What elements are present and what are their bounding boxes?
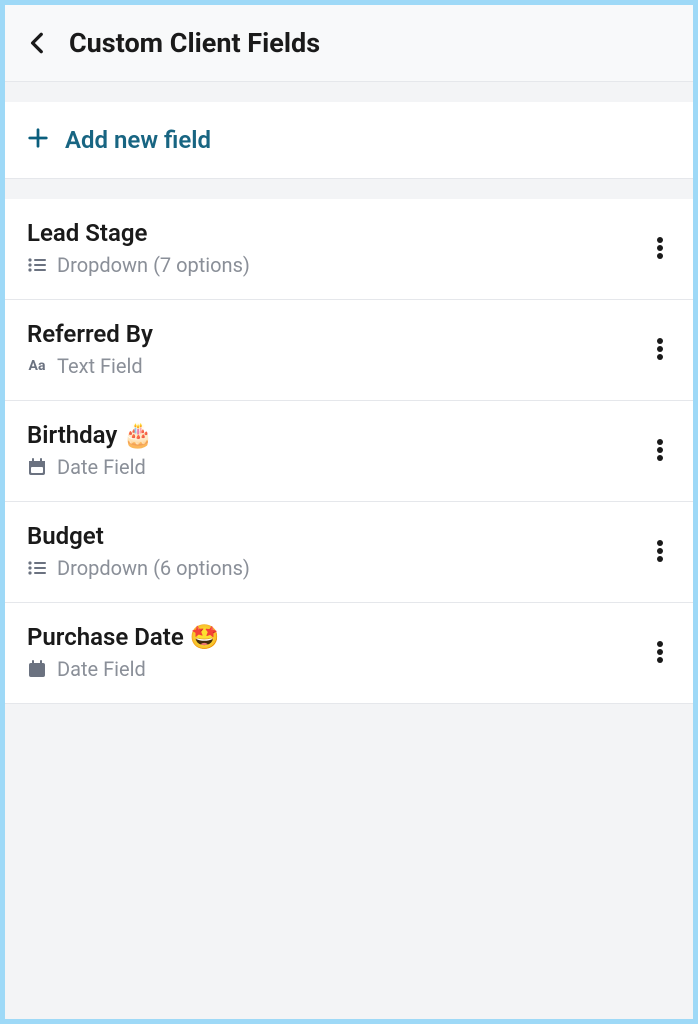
more-menu-button[interactable] — [649, 531, 671, 571]
more-vertical-icon — [657, 337, 663, 361]
field-type-label: Text Field — [57, 354, 143, 378]
calendar-icon — [27, 660, 47, 678]
field-type-row: Date Field — [27, 455, 153, 479]
more-menu-button[interactable] — [649, 430, 671, 470]
field-type-label: Date Field — [57, 455, 146, 479]
field-item-budget[interactable]: Budget Dropdown (6 options) — [5, 502, 693, 603]
page-title: Custom Client Fields — [69, 27, 320, 59]
field-type-row: Aa Text Field — [27, 354, 153, 378]
more-menu-button[interactable] — [649, 228, 671, 268]
more-menu-button[interactable] — [649, 632, 671, 672]
field-title: Purchase Date 🤩 — [27, 623, 220, 651]
field-type-label: Date Field — [57, 657, 146, 681]
field-type-label: Dropdown (6 options) — [57, 556, 250, 580]
calendar-icon — [27, 458, 47, 476]
chevron-left-icon — [25, 30, 51, 56]
field-type-label: Dropdown (7 options) — [57, 253, 250, 277]
field-item-purchase-date[interactable]: Purchase Date 🤩 Date Field — [5, 603, 693, 704]
field-type-row: Dropdown (6 options) — [27, 556, 250, 580]
more-vertical-icon — [657, 438, 663, 462]
add-field-label: Add new field — [65, 126, 211, 154]
plus-icon — [27, 127, 49, 153]
more-vertical-icon — [657, 640, 663, 664]
field-info: Budget Dropdown (6 options) — [27, 522, 250, 580]
app-container: Custom Client Fields Add new field Lead … — [5, 5, 693, 1019]
field-item-referred-by[interactable]: Referred By Aa Text Field — [5, 300, 693, 401]
field-title: Birthday 🎂 — [27, 421, 153, 449]
field-info: Purchase Date 🤩 Date Field — [27, 623, 220, 681]
field-type-row: Dropdown (7 options) — [27, 253, 250, 277]
text-icon: Aa — [27, 358, 47, 374]
field-info: Referred By Aa Text Field — [27, 320, 153, 378]
field-title: Lead Stage — [27, 219, 250, 247]
field-item-lead-stage[interactable]: Lead Stage Dropdown (7 options) — [5, 199, 693, 300]
list-icon — [27, 561, 47, 575]
field-title: Budget — [27, 522, 250, 550]
more-vertical-icon — [657, 236, 663, 260]
field-info: Lead Stage Dropdown (7 options) — [27, 219, 250, 277]
field-info: Birthday 🎂 Date Field — [27, 421, 153, 479]
spacer — [5, 179, 693, 199]
fields-list: Lead Stage Dropdown (7 options) — [5, 199, 693, 704]
add-new-field-button[interactable]: Add new field — [5, 102, 693, 179]
more-menu-button[interactable] — [649, 329, 671, 369]
back-button[interactable] — [25, 30, 51, 56]
list-icon — [27, 258, 47, 272]
field-item-birthday[interactable]: Birthday 🎂 Date Field — [5, 401, 693, 502]
page-header: Custom Client Fields — [5, 5, 693, 82]
field-type-row: Date Field — [27, 657, 220, 681]
field-title: Referred By — [27, 320, 153, 348]
spacer — [5, 82, 693, 102]
more-vertical-icon — [657, 539, 663, 563]
